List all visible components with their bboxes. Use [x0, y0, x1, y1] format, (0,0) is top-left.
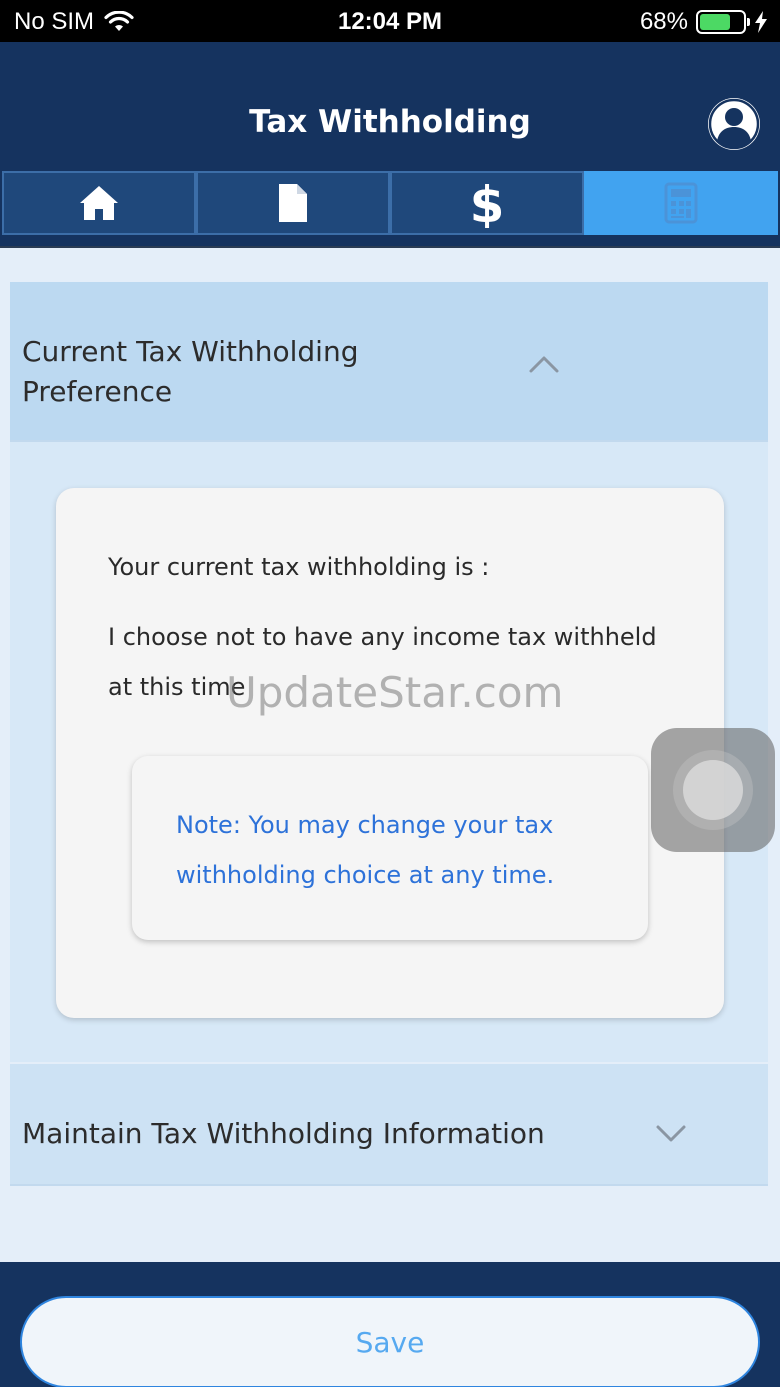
dollar-icon: $	[470, 178, 505, 228]
page-title: Tax Withholding	[249, 104, 531, 140]
home-icon	[80, 186, 118, 220]
tab-bar: $	[0, 168, 780, 248]
footer-bar: Save	[0, 1262, 780, 1387]
accordion-current-title: Current Tax Withholding Preference	[22, 332, 358, 412]
tab-calculator[interactable]	[584, 171, 778, 235]
withholding-choice-line1: I choose not to have any income tax with…	[108, 623, 657, 651]
assistive-touch-button[interactable]	[651, 728, 775, 852]
app-header: Tax Withholding	[0, 42, 780, 168]
accordion-maintain-title: Maintain Tax Withholding Information	[22, 1117, 545, 1150]
save-button[interactable]: Save	[20, 1296, 760, 1387]
note-box: Note: You may change your tax withholdin…	[132, 756, 648, 940]
note-text: Note: You may change your tax withholdin…	[176, 800, 616, 900]
note-line1: Note: You may change your tax	[176, 811, 554, 839]
note-line2: withholding choice at any time.	[176, 861, 555, 889]
user-avatar-icon	[708, 98, 760, 150]
status-bar: No SIM 12:04 PM 68%	[0, 0, 780, 42]
accordion-current-title-line2: Preference	[22, 375, 173, 408]
tab-payments[interactable]: $	[390, 171, 584, 235]
charging-bolt-icon	[755, 11, 767, 33]
tab-home[interactable]	[2, 171, 196, 235]
calculator-icon	[664, 182, 698, 224]
assistive-dot	[683, 760, 743, 820]
chevron-up-icon[interactable]	[528, 354, 560, 374]
accordion-maintain-info[interactable]: Maintain Tax Withholding Information	[10, 1064, 768, 1186]
watermark: UpdateStar.com	[226, 668, 564, 717]
profile-button[interactable]	[708, 98, 760, 150]
svg-text:$: $	[470, 178, 505, 228]
chevron-down-icon[interactable]	[655, 1124, 687, 1144]
accordion-current-preference[interactable]: Current Tax Withholding Preference	[10, 282, 768, 442]
withholding-intro: Your current tax withholding is :	[108, 553, 490, 581]
battery-icon	[696, 10, 750, 34]
status-right: 68%	[640, 8, 768, 36]
accordion-current-title-line1: Current Tax Withholding	[22, 335, 359, 368]
withholding-choice-line2: at this time	[108, 673, 246, 701]
battery-percent: 68%	[639, 8, 688, 35]
tab-documents[interactable]	[196, 171, 390, 235]
document-icon	[279, 184, 307, 222]
